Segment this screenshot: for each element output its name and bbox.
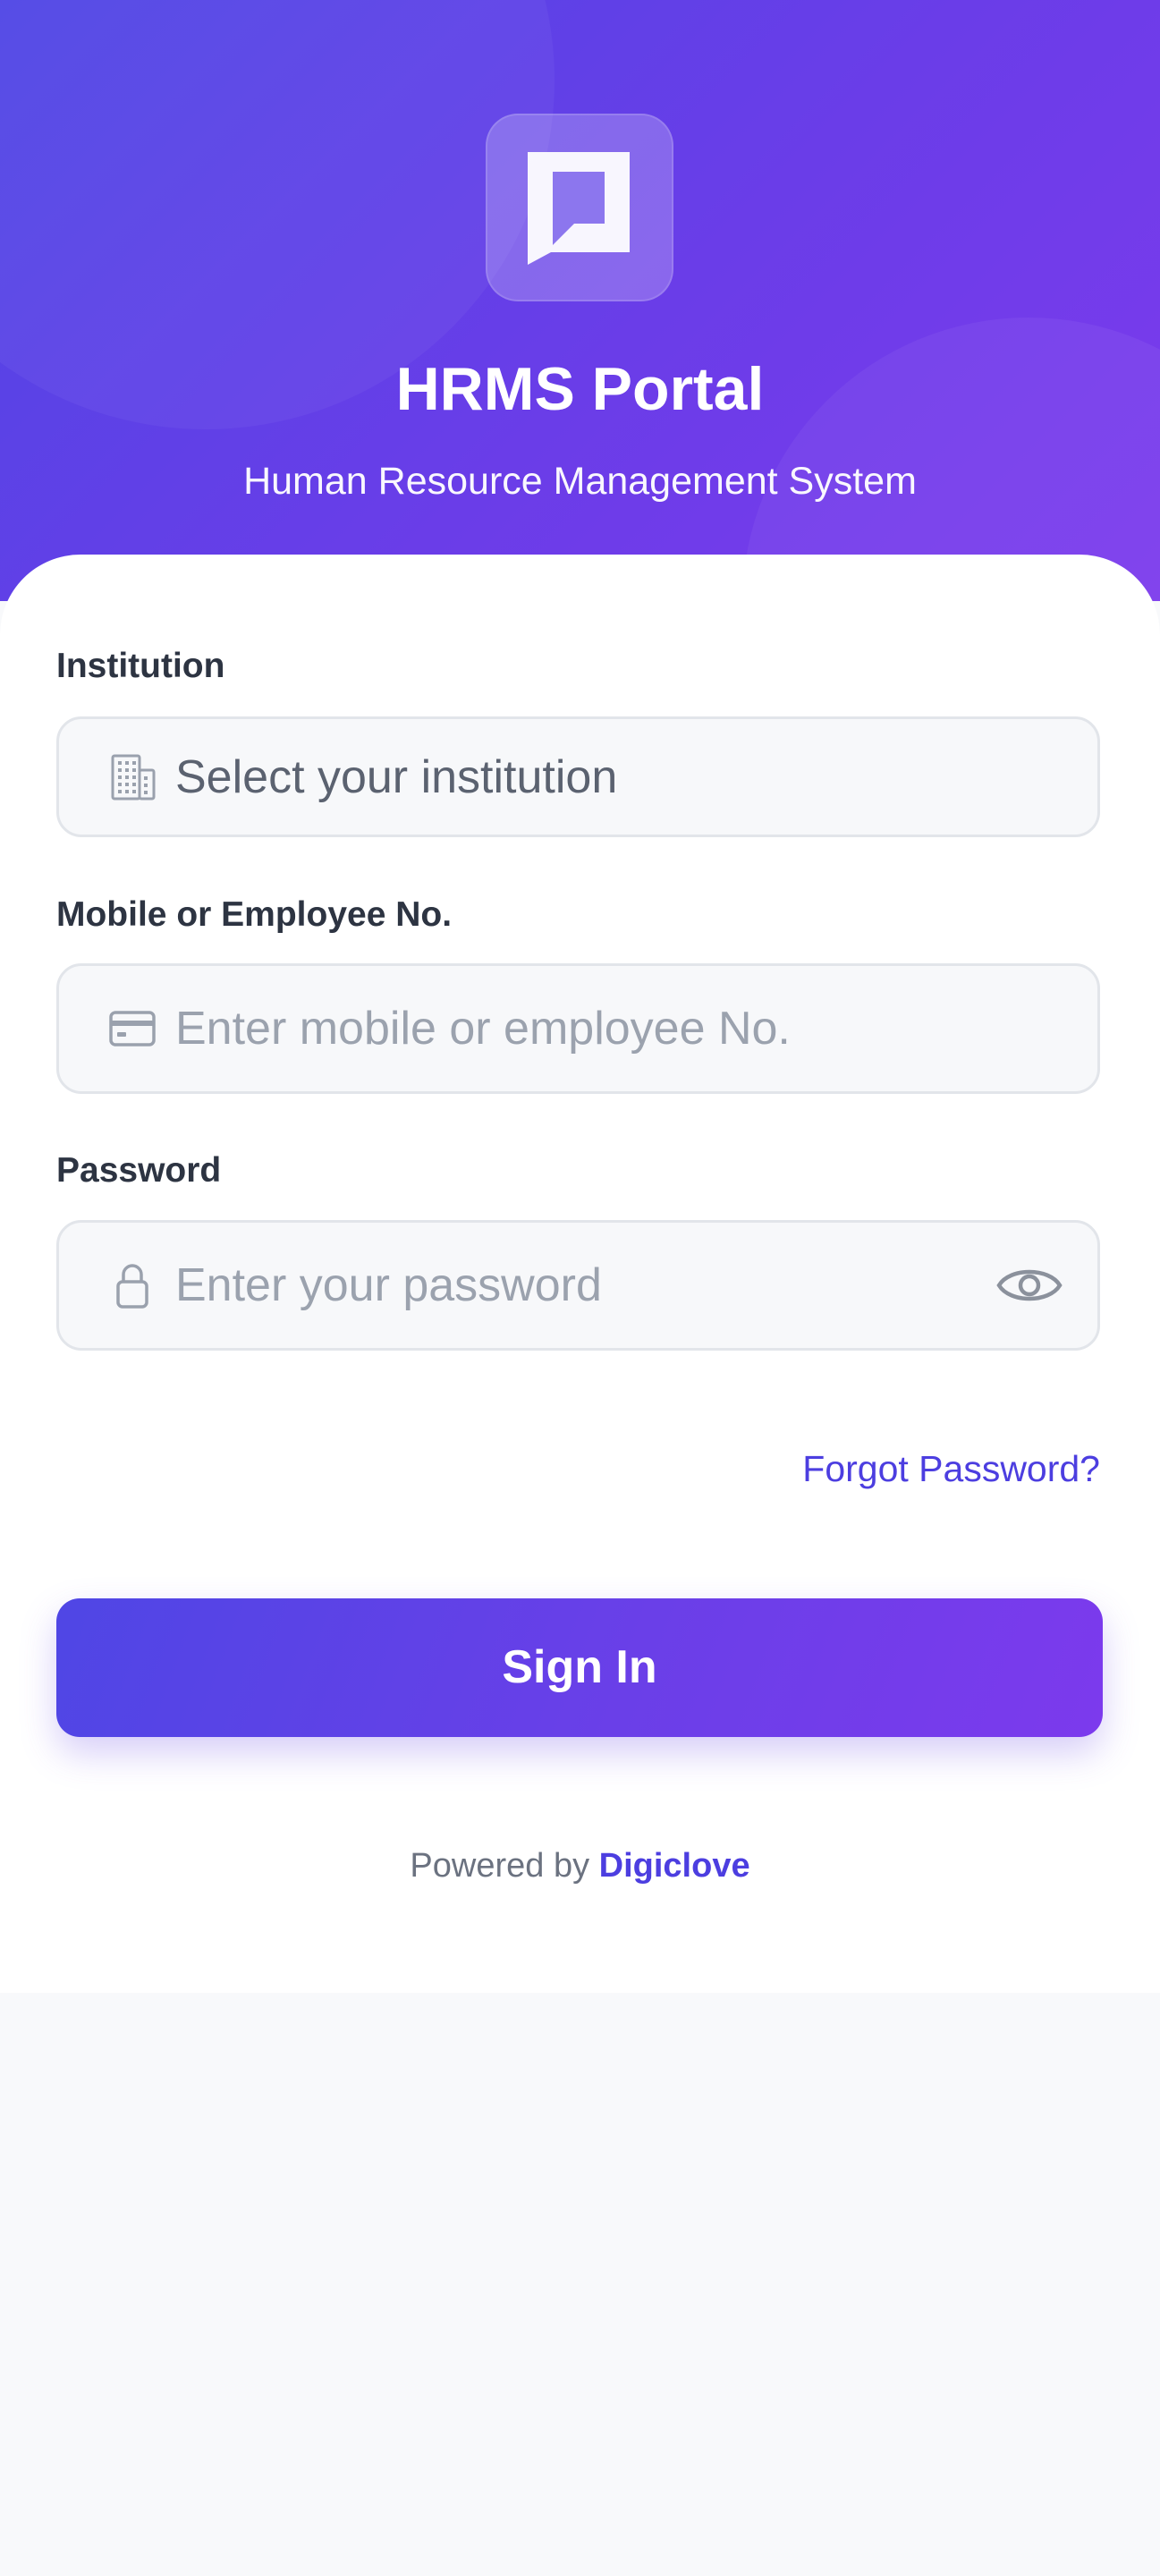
forgot-password-link[interactable]: Forgot Password?	[802, 1444, 1100, 1494]
app-logo	[486, 114, 673, 301]
building-icon	[111, 754, 156, 800]
footer-prefix: Powered by	[410, 1847, 590, 1885]
sign-in-button[interactable]: Sign In	[56, 1598, 1103, 1737]
password-placeholder: Enter your password	[175, 1259, 602, 1311]
chat-square-logo-icon	[528, 152, 630, 265]
lock-icon	[116, 1264, 148, 1309]
employee-id-placeholder: Enter mobile or employee No.	[175, 1003, 791, 1055]
employee-id-label: Mobile or Employee No.	[56, 895, 453, 934]
powered-by-footer: Powered by Digiclove	[0, 1843, 1160, 1889]
id-card-icon	[109, 1011, 156, 1046]
employee-id-input[interactable]: Enter mobile or employee No.	[56, 963, 1100, 1094]
page-title: HRMS Portal	[395, 355, 765, 423]
password-label: Password	[56, 1151, 222, 1190]
page-subtitle: Human Resource Management System	[243, 460, 917, 503]
footer-brand-link[interactable]: Digiclove	[599, 1847, 750, 1885]
institution-label: Institution	[56, 647, 225, 685]
institution-value: Select your institution	[175, 750, 618, 803]
eye-icon[interactable]	[995, 1258, 1063, 1312]
institution-select[interactable]: Select your institution	[56, 716, 1100, 837]
password-input[interactable]: Enter your password	[56, 1220, 1100, 1351]
